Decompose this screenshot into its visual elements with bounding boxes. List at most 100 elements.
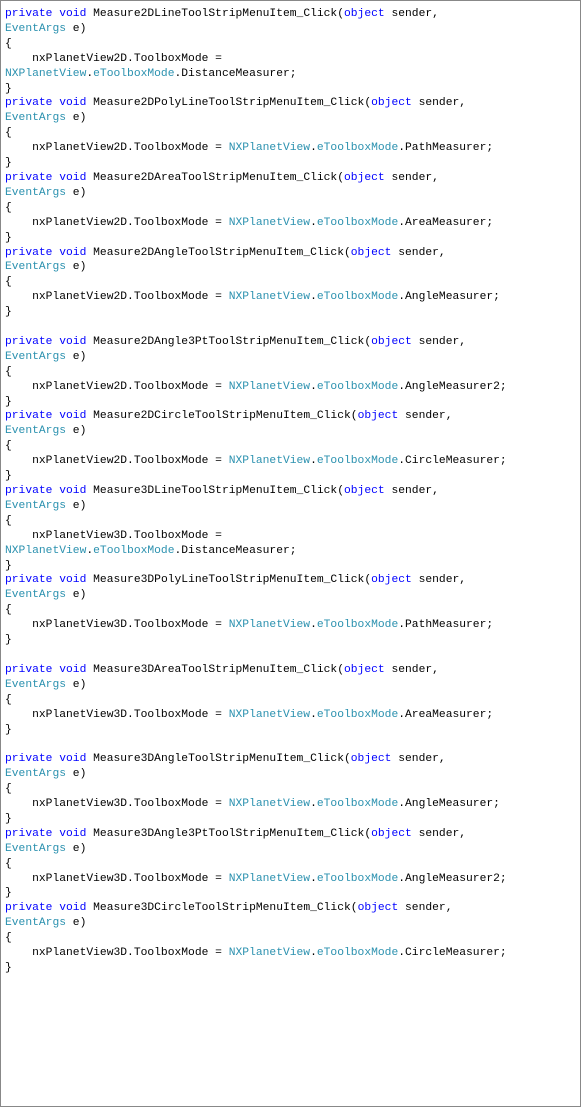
mode-value: AngleMeasurer; xyxy=(405,798,500,810)
type-eventargs: EventArgs xyxy=(5,23,66,35)
mode-value: DistanceMeasurer; xyxy=(181,545,296,557)
type-etoolboxmode: eToolboxMode xyxy=(317,873,398,885)
assign-lhs: nxPlanetView3D.ToolboxMode = xyxy=(32,947,229,959)
keyword-private: private xyxy=(5,828,52,840)
assign-lhs: nxPlanetView3D.ToolboxMode = xyxy=(32,798,229,810)
keyword-object: object xyxy=(358,410,399,422)
keyword-object: object xyxy=(351,753,392,765)
keyword-object: object xyxy=(371,828,412,840)
type-eventargs: EventArgs xyxy=(5,425,66,437)
type-nxplanetview: NXPlanetView xyxy=(229,291,310,303)
assign-lhs: nxPlanetView3D.ToolboxMode = xyxy=(32,619,229,631)
type-nxplanetview: NXPlanetView xyxy=(229,455,310,467)
type-etoolboxmode: eToolboxMode xyxy=(93,68,174,80)
type-eventargs: EventArgs xyxy=(5,768,66,780)
mode-value: AreaMeasurer; xyxy=(405,709,493,721)
type-nxplanetview: NXPlanetView xyxy=(229,709,310,721)
type-etoolboxmode: eToolboxMode xyxy=(317,381,398,393)
method-name: Measure2DLineToolStripMenuItem_Click xyxy=(93,8,337,20)
method-name: Measure3DAngleToolStripMenuItem_Click xyxy=(93,753,344,765)
keyword-void: void xyxy=(59,902,86,914)
method-name: Measure3DAreaToolStripMenuItem_Click xyxy=(93,664,337,676)
type-etoolboxmode: eToolboxMode xyxy=(317,709,398,721)
assign-lhs: nxPlanetView3D.ToolboxMode = xyxy=(32,873,229,885)
mode-value: AreaMeasurer; xyxy=(405,217,493,229)
keyword-void: void xyxy=(59,8,86,20)
type-etoolboxmode: eToolboxMode xyxy=(317,291,398,303)
mode-value: DistanceMeasurer; xyxy=(181,68,296,80)
keyword-void: void xyxy=(59,97,86,109)
keyword-void: void xyxy=(59,574,86,586)
keyword-object: object xyxy=(371,574,412,586)
type-eventargs: EventArgs xyxy=(5,917,66,929)
keyword-void: void xyxy=(59,336,86,348)
type-nxplanetview: NXPlanetView xyxy=(229,217,310,229)
assign-lhs: nxPlanetView2D.ToolboxMode = xyxy=(32,142,229,154)
type-eventargs: EventArgs xyxy=(5,843,66,855)
keyword-object: object xyxy=(371,97,412,109)
keyword-void: void xyxy=(59,247,86,259)
mode-value: PathMeasurer; xyxy=(405,142,493,154)
type-etoolboxmode: eToolboxMode xyxy=(317,619,398,631)
assign-lhs: nxPlanetView3D.ToolboxMode = xyxy=(32,530,229,542)
type-eventargs: EventArgs xyxy=(5,112,66,124)
type-nxplanetview: NXPlanetView xyxy=(229,142,310,154)
mode-value: CircleMeasurer; xyxy=(405,947,507,959)
mode-value: PathMeasurer; xyxy=(405,619,493,631)
method-name: Measure3DLineToolStripMenuItem_Click xyxy=(93,485,337,497)
keyword-void: void xyxy=(59,172,86,184)
method-name: Measure2DPolyLineToolStripMenuItem_Click xyxy=(93,97,364,109)
assign-lhs: nxPlanetView2D.ToolboxMode = xyxy=(32,291,229,303)
keyword-object: object xyxy=(351,247,392,259)
method-name: Measure3DCircleToolStripMenuItem_Click xyxy=(93,902,351,914)
type-eventargs: EventArgs xyxy=(5,500,66,512)
type-nxplanetview: NXPlanetView xyxy=(5,545,86,557)
type-eventargs: EventArgs xyxy=(5,351,66,363)
keyword-object: object xyxy=(344,485,385,497)
keyword-object: object xyxy=(344,8,385,20)
keyword-private: private xyxy=(5,410,52,422)
type-eventargs: EventArgs xyxy=(5,261,66,273)
code-block: private void Measure2DLineToolStripMenuI… xyxy=(0,0,581,1107)
type-etoolboxmode: eToolboxMode xyxy=(93,545,174,557)
method-name: Measure2DCircleToolStripMenuItem_Click xyxy=(93,410,351,422)
type-etoolboxmode: eToolboxMode xyxy=(317,217,398,229)
keyword-private: private xyxy=(5,574,52,586)
type-eventargs: EventArgs xyxy=(5,589,66,601)
method-name: Measure3DAngle3PtToolStripMenuItem_Click xyxy=(93,828,364,840)
type-nxplanetview: NXPlanetView xyxy=(229,381,310,393)
keyword-object: object xyxy=(371,336,412,348)
keyword-void: void xyxy=(59,485,86,497)
method-name: Measure2DAngle3PtToolStripMenuItem_Click xyxy=(93,336,364,348)
method-name: Measure3DPolyLineToolStripMenuItem_Click xyxy=(93,574,364,586)
type-nxplanetview: NXPlanetView xyxy=(229,873,310,885)
mode-value: AngleMeasurer; xyxy=(405,291,500,303)
method-name: Measure2DAreaToolStripMenuItem_Click xyxy=(93,172,337,184)
type-eventargs: EventArgs xyxy=(5,679,66,691)
mode-value: AngleMeasurer2; xyxy=(405,381,507,393)
keyword-private: private xyxy=(5,8,52,20)
keyword-void: void xyxy=(59,753,86,765)
keyword-void: void xyxy=(59,828,86,840)
keyword-void: void xyxy=(59,664,86,676)
type-eventargs: EventArgs xyxy=(5,187,66,199)
keyword-private: private xyxy=(5,172,52,184)
type-nxplanetview: NXPlanetView xyxy=(229,947,310,959)
keyword-private: private xyxy=(5,664,52,676)
assign-lhs: nxPlanetView2D.ToolboxMode = xyxy=(32,217,229,229)
keyword-void: void xyxy=(59,410,86,422)
type-nxplanetview: NXPlanetView xyxy=(229,798,310,810)
keyword-private: private xyxy=(5,247,52,259)
type-etoolboxmode: eToolboxMode xyxy=(317,947,398,959)
keyword-object: object xyxy=(344,664,385,676)
assign-lhs: nxPlanetView2D.ToolboxMode = xyxy=(32,53,229,65)
mode-value: AngleMeasurer2; xyxy=(405,873,507,885)
type-etoolboxmode: eToolboxMode xyxy=(317,142,398,154)
keyword-private: private xyxy=(5,336,52,348)
keyword-private: private xyxy=(5,902,52,914)
type-nxplanetview: NXPlanetView xyxy=(229,619,310,631)
keyword-object: object xyxy=(358,902,399,914)
type-nxplanetview: NXPlanetView xyxy=(5,68,86,80)
keyword-private: private xyxy=(5,753,52,765)
keyword-object: object xyxy=(344,172,385,184)
